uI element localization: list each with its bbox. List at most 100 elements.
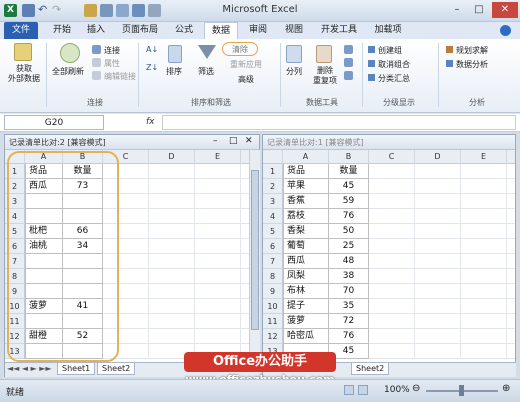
column-header-d[interactable]: D bbox=[149, 150, 195, 164]
row-header[interactable]: 6 bbox=[263, 239, 283, 254]
table-cell[interactable]: 香梨 bbox=[283, 224, 329, 239]
table-cell[interactable]: 38 bbox=[329, 269, 369, 284]
column-header-a[interactable]: A bbox=[283, 150, 329, 164]
tab-data[interactable]: 数据 bbox=[204, 22, 238, 39]
left-sheet-grid[interactable]: A B C D E 1 货品 数量 2 西瓜 73 3 4 5 枇杷 66 6 油桃 34 7 8 9 10 菠萝 4… bbox=[5, 150, 249, 362]
minimize-icon[interactable]: – bbox=[213, 136, 218, 146]
remove-duplicates-button[interactable]: 删除 重复项 bbox=[310, 66, 340, 86]
row-header[interactable]: 1 bbox=[263, 164, 283, 179]
filter-button[interactable]: 筛选 bbox=[198, 66, 214, 77]
right-sheet-grid[interactable]: A B C D E 1 货品 数量 2 苹果 45 3 香蕉 59 4 荔枝 76 5 香梨 50 6 葡萄 25… bbox=[263, 150, 515, 362]
data-tools-icon[interactable] bbox=[344, 45, 353, 54]
table-cell[interactable]: 48 bbox=[329, 254, 369, 269]
row-header[interactable]: 5 bbox=[263, 224, 283, 239]
row-header[interactable]: 4 bbox=[263, 209, 283, 224]
data-analysis-button[interactable]: 数据分析 bbox=[456, 59, 488, 70]
table-cell[interactable]: 25 bbox=[329, 239, 369, 254]
advanced-button[interactable]: 高级 bbox=[238, 74, 254, 85]
column-header-e[interactable]: E bbox=[195, 150, 241, 164]
sheet-tab-sheet2[interactable]: Sheet2 bbox=[97, 363, 136, 375]
sort-icon[interactable] bbox=[168, 45, 182, 63]
tab-formulas[interactable]: 公式 bbox=[168, 22, 200, 39]
table-cell[interactable]: 货品 bbox=[283, 164, 329, 179]
tab-developer[interactable]: 开发工具 bbox=[314, 22, 364, 39]
sheet-nav-icons[interactable]: ◄◄ ◄ ► ►► bbox=[7, 364, 52, 373]
connections-button[interactable]: 连接 bbox=[104, 45, 120, 56]
sheet-tab-sheet2[interactable]: Sheet2 bbox=[351, 363, 390, 375]
tab-review[interactable]: 审阅 bbox=[242, 22, 274, 39]
row-header[interactable]: 10 bbox=[263, 299, 283, 314]
row-header[interactable]: 2 bbox=[263, 179, 283, 194]
row-header[interactable]: 11 bbox=[263, 314, 283, 329]
sort-az-icon[interactable]: A↓ bbox=[146, 45, 158, 54]
table-cell[interactable]: 布林 bbox=[283, 284, 329, 299]
name-box[interactable]: G20 bbox=[4, 115, 104, 130]
get-external-data-icon[interactable] bbox=[14, 43, 32, 61]
help-icon[interactable] bbox=[500, 25, 511, 36]
tab-home[interactable]: 开始 bbox=[46, 22, 78, 39]
data-tools-icon-3[interactable] bbox=[344, 71, 353, 80]
restore-icon[interactable]: □ bbox=[229, 136, 238, 146]
table-cell[interactable]: 72 bbox=[329, 314, 369, 329]
data-tools-icon-2[interactable] bbox=[344, 58, 353, 67]
refresh-all-icon[interactable] bbox=[60, 43, 80, 63]
table-cell[interactable]: 提子 bbox=[283, 299, 329, 314]
table-cell[interactable]: 菠萝 bbox=[283, 314, 329, 329]
properties-button[interactable]: 属性 bbox=[104, 58, 120, 69]
zoom-in-icon[interactable]: ⊕ bbox=[502, 383, 510, 394]
row-header[interactable]: 9 bbox=[263, 284, 283, 299]
table-cell[interactable]: 哈密瓜 bbox=[283, 329, 329, 344]
table-cell[interactable]: 76 bbox=[329, 329, 369, 344]
column-header-e[interactable]: E bbox=[461, 150, 507, 164]
table-cell[interactable]: 70 bbox=[329, 284, 369, 299]
zoom-out-icon[interactable]: ⊖ bbox=[412, 383, 420, 394]
formula-input[interactable] bbox=[162, 115, 516, 130]
table-cell[interactable]: 数量 bbox=[329, 164, 369, 179]
close-button[interactable]: ✕ bbox=[492, 2, 518, 18]
connections-icon[interactable] bbox=[92, 45, 101, 54]
corner-cell[interactable] bbox=[263, 150, 283, 164]
split-icon[interactable] bbox=[286, 45, 302, 63]
filter-icon[interactable] bbox=[198, 45, 216, 59]
left-workbook-window[interactable]: 记录清单比对:2 [兼容模式] – □ ✕ A B C D E 1 货品 数量 2 西瓜… bbox=[4, 134, 260, 377]
edit-links-button[interactable]: 编辑链接 bbox=[104, 71, 136, 82]
scroll-thumb[interactable] bbox=[251, 170, 259, 330]
column-header-d[interactable]: D bbox=[415, 150, 461, 164]
refresh-all-label[interactable]: 全部刷新 bbox=[52, 66, 84, 77]
column-header-c[interactable]: C bbox=[369, 150, 415, 164]
table-cell[interactable]: 西瓜 bbox=[283, 254, 329, 269]
get-external-data-label[interactable]: 获取 外部数据 bbox=[6, 64, 42, 84]
left-vertical-scrollbar[interactable] bbox=[249, 150, 260, 362]
table-cell[interactable]: 凤梨 bbox=[283, 269, 329, 284]
table-cell[interactable]: 葡萄 bbox=[283, 239, 329, 254]
maximize-button[interactable]: □ bbox=[468, 2, 490, 18]
close-icon[interactable]: ✕ bbox=[245, 136, 253, 146]
table-cell[interactable]: 45 bbox=[329, 179, 369, 194]
table-cell[interactable]: 香蕉 bbox=[283, 194, 329, 209]
clear-button[interactable]: 清除 bbox=[232, 44, 248, 55]
row-header[interactable]: 3 bbox=[263, 194, 283, 209]
row-header[interactable]: 8 bbox=[263, 269, 283, 284]
remove-duplicates-icon[interactable] bbox=[316, 45, 332, 63]
sheet-tab-sheet1[interactable]: Sheet1 bbox=[57, 363, 96, 375]
fx-icon[interactable]: fx bbox=[146, 117, 155, 127]
solver-button[interactable]: 规划求解 bbox=[456, 45, 488, 56]
zoom-slider-thumb[interactable] bbox=[459, 385, 464, 396]
ungroup-button[interactable]: 取消组合 bbox=[378, 59, 410, 70]
row-header[interactable]: 12 bbox=[263, 329, 283, 344]
page-layout-view-icon[interactable] bbox=[358, 385, 368, 395]
table-cell[interactable]: 35 bbox=[329, 299, 369, 314]
column-header-b[interactable]: B bbox=[329, 150, 369, 164]
group-button[interactable]: 创建组 bbox=[378, 45, 402, 56]
table-cell[interactable]: 50 bbox=[329, 224, 369, 239]
table-cell[interactable]: 荔枝 bbox=[283, 209, 329, 224]
row-header[interactable]: 7 bbox=[263, 254, 283, 269]
subtotal-button[interactable]: 分类汇总 bbox=[378, 73, 410, 84]
table-cell[interactable]: 59 bbox=[329, 194, 369, 209]
zoom-level[interactable]: 100% bbox=[384, 385, 410, 395]
split-button[interactable]: 分列 bbox=[286, 66, 302, 77]
tab-insert[interactable]: 插入 bbox=[80, 22, 112, 39]
right-workbook-window[interactable]: 记录清单比对:1 [兼容模式] A B C D E 1 货品 数量 2 苹果 45 3 香蕉 5… bbox=[262, 134, 516, 377]
minimize-button[interactable]: – bbox=[446, 2, 468, 18]
table-cell[interactable]: 76 bbox=[329, 209, 369, 224]
